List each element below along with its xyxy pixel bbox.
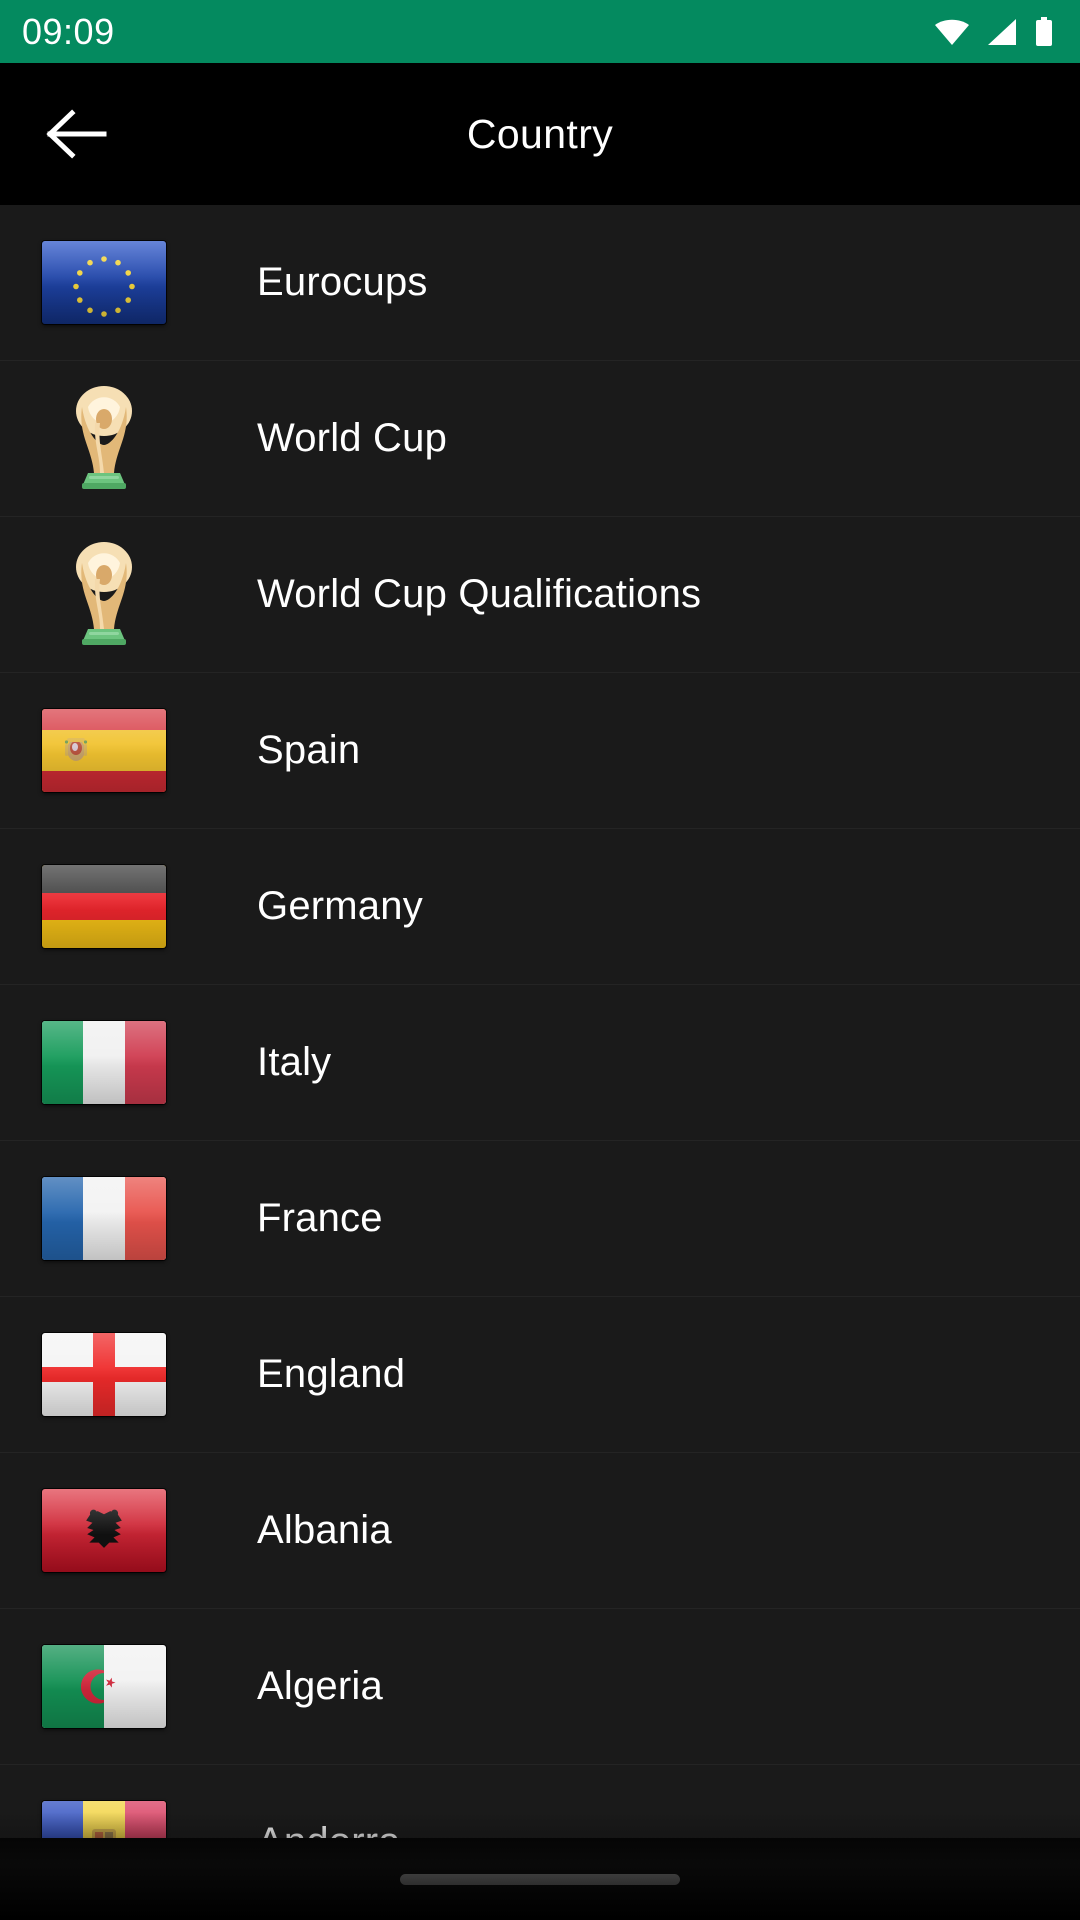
status-bar: 09:09 (0, 0, 1080, 63)
flag-italy-icon (42, 1021, 166, 1104)
list-item[interactable]: World Cup Qualifications (0, 517, 1080, 673)
flag-france-icon (42, 1177, 166, 1260)
list-item-label: Albania (257, 1508, 392, 1552)
flag-algeria-icon (42, 1645, 166, 1728)
list-item[interactable]: Italy (0, 985, 1080, 1141)
list-item[interactable]: Albania (0, 1453, 1080, 1609)
list-item-label: England (257, 1352, 406, 1396)
phone-screen: 09:09 Country Eurocups World Cup World C… (0, 0, 1080, 1920)
wifi-icon (935, 19, 969, 45)
home-indicator[interactable] (400, 1873, 680, 1885)
list-item[interactable]: Spain (0, 673, 1080, 829)
list-item-label: World Cup (257, 416, 448, 460)
status-bar-clock: 09:09 (22, 10, 115, 52)
flag-england-icon (42, 1333, 166, 1416)
world-cup-trophy-icon (76, 385, 132, 489)
status-bar-icons (934, 16, 1054, 47)
back-arrow-icon (46, 109, 107, 159)
app-header: Country (0, 63, 1080, 205)
list-item-label: Italy (257, 1040, 332, 1084)
list-item[interactable]: England (0, 1297, 1080, 1453)
trophy-icon (42, 539, 166, 651)
flag-albania-icon (42, 1489, 166, 1572)
battery-icon (1036, 16, 1052, 46)
list-item-label: Eurocups (257, 260, 428, 304)
flag-spain-icon (42, 709, 166, 792)
list-item-label: Spain (257, 728, 361, 772)
list-item[interactable]: Germany (0, 829, 1080, 985)
list-item[interactable]: Algeria (0, 1609, 1080, 1765)
back-button[interactable] (22, 79, 132, 189)
flag-germany-icon (42, 865, 166, 948)
cellular-signal-icon (988, 18, 1016, 45)
country-list[interactable]: Eurocups World Cup World Cup Qualificati… (0, 205, 1080, 1920)
flag-eu-icon (42, 241, 166, 324)
list-item[interactable]: France (0, 1141, 1080, 1297)
list-item-label: France (257, 1196, 383, 1240)
list-item[interactable]: Eurocups (0, 205, 1080, 361)
page-title: Country (466, 110, 614, 157)
list-item-label: Germany (257, 884, 423, 928)
list-item-label: World Cup Qualifications (257, 572, 702, 616)
world-cup-trophy-icon (76, 541, 132, 645)
system-nav-bar (0, 1838, 1080, 1920)
trophy-icon (42, 383, 166, 495)
list-item-label: Algeria (257, 1664, 383, 1708)
list-item[interactable]: World Cup (0, 361, 1080, 517)
